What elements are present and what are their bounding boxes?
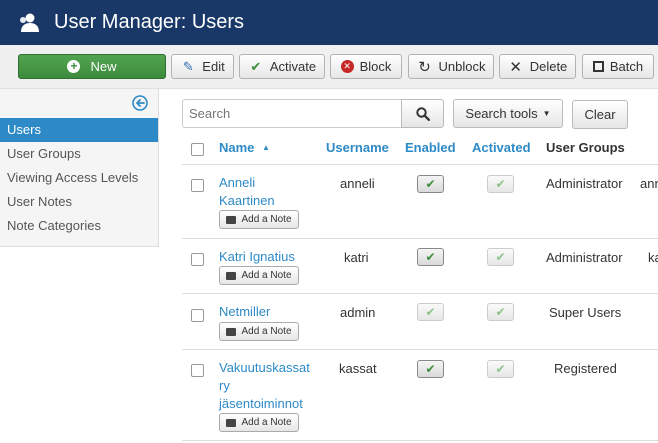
note-icon [226, 215, 237, 224]
divider [182, 164, 658, 165]
delete-button[interactable]: ✕ Delete [499, 54, 576, 79]
check-icon: ✔ [495, 305, 506, 319]
sort-asc-icon: ▲ [262, 143, 270, 152]
email-cell: ka [648, 250, 658, 265]
search-button[interactable] [401, 99, 444, 128]
divider [182, 440, 658, 441]
edit-button[interactable]: ✎ Edit [171, 54, 234, 79]
username-cell: katri [344, 250, 369, 265]
check-icon: ✔ [425, 250, 436, 264]
edit-icon: ✎ [182, 58, 194, 74]
batch-button[interactable]: Batch [582, 54, 654, 79]
activated-toggle[interactable]: ✔ [487, 360, 514, 378]
select-all-checkbox[interactable] [191, 143, 204, 156]
user-groups-cell: Administrator [546, 250, 623, 265]
user-name-link[interactable]: Vakuutuskassat ry jäsentoiminnot [219, 359, 310, 413]
column-header-name[interactable]: Name ▲ [219, 140, 270, 155]
note-icon [226, 418, 237, 427]
users-icon [20, 13, 39, 32]
sidebar-item-user-groups[interactable]: User Groups [0, 142, 158, 166]
close-icon: ✕ [509, 58, 522, 76]
activate-button[interactable]: ✔ Activate [239, 54, 325, 79]
sidebar: Users User Groups Viewing Access Levels … [0, 89, 159, 247]
page-title: User Manager: Users [54, 11, 245, 33]
check-icon: ✔ [425, 362, 436, 376]
divider [182, 293, 658, 294]
add-note-button[interactable]: Add a Note [219, 210, 299, 229]
block-icon: ✕ [340, 60, 354, 73]
activated-toggle[interactable]: ✔ [487, 248, 514, 266]
search-icon [415, 106, 430, 121]
page-header: User Manager: Users [0, 0, 658, 45]
add-note-button[interactable]: Add a Note [219, 413, 299, 432]
note-icon [226, 327, 237, 336]
column-header-username[interactable]: Username [326, 140, 389, 155]
plus-icon: + [67, 60, 81, 73]
toolbar: + New ✎ Edit ✔ Activate ✕ Block ↻ Unbloc… [0, 45, 658, 89]
enabled-toggle[interactable]: ✔ [417, 248, 444, 266]
search-input[interactable] [182, 99, 402, 128]
user-name-link[interactable]: Netmiller [219, 303, 270, 321]
check-icon: ✔ [425, 177, 436, 191]
block-button[interactable]: ✕ Block [330, 54, 402, 79]
divider [182, 238, 658, 239]
column-header-user-groups: User Groups [546, 140, 625, 155]
activated-toggle[interactable]: ✔ [487, 303, 514, 321]
enabled-toggle[interactable]: ✔ [417, 175, 444, 193]
enabled-toggle[interactable]: ✔ [417, 303, 444, 321]
user-groups-cell: Super Users [549, 305, 622, 320]
row-checkbox[interactable] [191, 364, 204, 377]
caret-down-icon: ▼ [542, 109, 551, 118]
check-icon: ✔ [495, 177, 506, 191]
username-cell: anneli [340, 176, 375, 191]
email-cell: ann [640, 176, 658, 191]
sidebar-item-users[interactable]: Users [0, 118, 158, 142]
add-note-button[interactable]: Add a Note [219, 322, 299, 341]
collapse-sidebar-icon[interactable] [132, 95, 148, 111]
user-name-link[interactable]: Katri Ignatius [219, 248, 295, 266]
sidebar-item-note-categories[interactable]: Note Categories [0, 214, 158, 238]
check-icon: ✔ [250, 58, 262, 74]
refresh-icon: ↻ [418, 58, 431, 76]
user-name-link[interactable]: Anneli Kaartinen [219, 174, 275, 210]
row-checkbox[interactable] [191, 253, 204, 266]
column-header-activated[interactable]: Activated [472, 140, 531, 155]
row-checkbox[interactable] [191, 309, 204, 322]
column-header-enabled[interactable]: Enabled [405, 140, 456, 155]
row-checkbox[interactable] [191, 179, 204, 192]
check-icon: ✔ [495, 250, 506, 264]
search-tools-button[interactable]: Search tools ▼ [453, 99, 563, 128]
username-cell: admin [340, 305, 376, 320]
check-icon: ✔ [495, 362, 506, 376]
username-cell: kassat [339, 361, 377, 376]
add-note-button[interactable]: Add a Note [219, 266, 299, 285]
enabled-toggle[interactable]: ✔ [417, 360, 444, 378]
check-icon: ✔ [425, 305, 436, 319]
activated-toggle[interactable]: ✔ [487, 175, 514, 193]
clear-button[interactable]: Clear [572, 100, 628, 129]
sidebar-item-user-notes[interactable]: User Notes [0, 190, 158, 214]
user-groups-cell: Administrator [546, 176, 623, 191]
user-groups-cell: Registered [554, 361, 617, 376]
divider [182, 349, 658, 350]
sidebar-item-viewing-access-levels[interactable]: Viewing Access Levels [0, 166, 158, 190]
note-icon [226, 271, 237, 280]
new-button[interactable]: + New [18, 54, 166, 79]
batch-icon [592, 61, 604, 72]
unblock-button[interactable]: ↻ Unblock [408, 54, 494, 79]
